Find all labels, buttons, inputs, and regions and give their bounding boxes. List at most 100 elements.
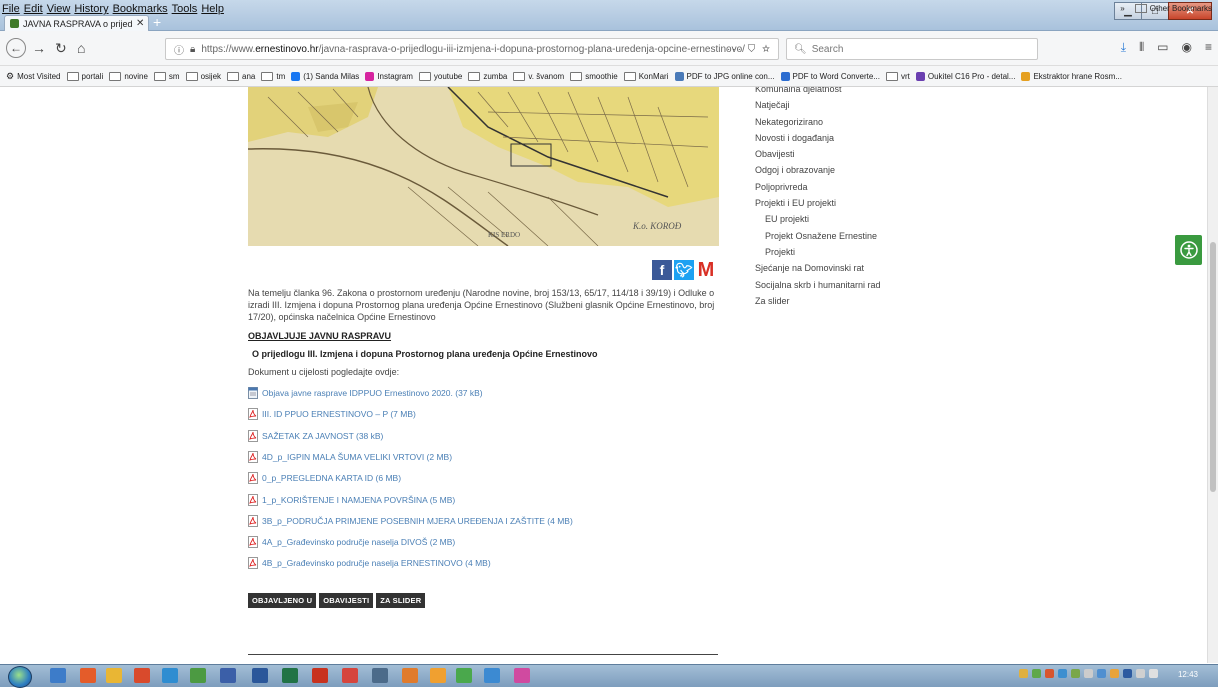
sidebar-category-link[interactable]: Poljoprivreda (755, 179, 881, 195)
bookmark-item[interactable]: youtube (418, 71, 462, 81)
tray-icon[interactable] (1071, 669, 1080, 678)
taskbar-clock[interactable]: 12:43 (1178, 670, 1198, 679)
address-bar[interactable]: ⓘ 🔒︎ https://www. ernestinovo.hr/javna-ra… (165, 38, 779, 60)
document-link[interactable]: 4A_p_Građevinsko područje naselja DIVOŠ … (248, 536, 455, 549)
word-icon[interactable] (252, 668, 268, 683)
sidebar-category-link[interactable]: Nekategorizirano (755, 114, 881, 130)
facebook-share-button[interactable]: f (652, 260, 672, 280)
app-icon-3[interactable] (372, 668, 388, 683)
ie-icon[interactable] (50, 668, 66, 683)
document-link[interactable]: 1_p_KORIŠTENJE I NAMJENA POVRŠINA (5 MB) (248, 493, 455, 506)
sidebar-category-link[interactable]: Odgoj i obrazovanje (755, 162, 881, 178)
bookmark-item[interactable]: Instagram (365, 71, 413, 81)
bookmark-item[interactable]: osijek (185, 71, 221, 81)
document-link[interactable]: III. ID PPUO ERNESTINOVO – P (7 MB) (248, 408, 416, 421)
forward-button[interactable]: → (32, 40, 46, 56)
tag-obavijesti[interactable]: OBAVIJESTI (319, 593, 374, 608)
bookmark-item[interactable]: zumba (468, 71, 507, 81)
menu-help[interactable]: Help (201, 3, 228, 15)
tag-za-slider[interactable]: ZA SLIDER (376, 593, 426, 608)
tray-icon[interactable] (1097, 669, 1106, 678)
app-icon-2[interactable] (342, 668, 358, 683)
sidebar-category-link[interactable]: Za slider (755, 293, 881, 309)
app-icon-6[interactable] (456, 668, 472, 683)
tray-icon[interactable] (1058, 669, 1067, 678)
bookmark-item[interactable]: (1) Sanda Milas (291, 71, 359, 81)
accessibility-button[interactable] (1175, 235, 1202, 265)
excel-icon[interactable] (282, 668, 298, 683)
sidebar-category-link[interactable]: EU projekti (755, 211, 881, 227)
sidebar-category-link[interactable]: Novosti i događanja (755, 130, 881, 146)
tray-icon[interactable] (1110, 669, 1119, 678)
sidebar-category-link[interactable]: Projekti (755, 244, 881, 260)
document-link[interactable]: 0_p_PREGLEDNA KARTA ID (6 MB) (248, 472, 401, 485)
account-icon[interactable]: ◉ (1182, 40, 1192, 55)
start-button[interactable] (8, 666, 32, 688)
page-scrollbar[interactable] (1207, 87, 1218, 663)
bookmark-item[interactable]: v. švanom (513, 71, 564, 81)
page-actions-icon[interactable]: ··· ⛉ ☆ (727, 44, 772, 55)
home-button[interactable]: ⌂ (77, 40, 85, 56)
bookmark-item[interactable]: vrt (885, 71, 910, 81)
sidebar-category-link[interactable]: Komunalna djelatnost (755, 87, 881, 97)
tab-close-button[interactable]: ✕ (136, 18, 144, 29)
chrome-icon[interactable] (162, 668, 178, 683)
download-icon[interactable]: ⤓ (1121, 40, 1126, 55)
sidebar-category-link[interactable]: Natječaji (755, 97, 881, 113)
bookmark-item[interactable]: portali (66, 71, 103, 81)
bookmark-item[interactable]: PDF to Word Converte... (780, 71, 880, 81)
app-icon-5[interactable] (430, 668, 446, 683)
media-player-icon[interactable] (134, 668, 150, 683)
network-icon[interactable] (1136, 669, 1145, 678)
bookmark-item[interactable]: PDF to JPG online con... (674, 71, 775, 81)
app-icon-7[interactable] (484, 668, 500, 683)
twitter-share-button[interactable]: 🐦︎ (674, 260, 694, 280)
menu-bookmarks[interactable]: Bookmarks (113, 3, 172, 15)
sidebar-category-link[interactable]: Obavijesti (755, 146, 881, 162)
explorer-icon[interactable] (190, 668, 206, 683)
firefox-icon[interactable] (514, 668, 530, 683)
menu-edit[interactable]: Edit (24, 3, 47, 15)
browser-tab[interactable]: JAVNA RASPRAVA o prijedlogu ✕ (4, 15, 149, 31)
menu-view[interactable]: View (47, 3, 75, 15)
bookmark-item[interactable]: smoothie (570, 71, 618, 81)
tray-icon[interactable] (1123, 669, 1132, 678)
bookmark-item[interactable]: ⚙ Most Visited (6, 71, 61, 82)
bookmark-item[interactable]: Oukitel C16 Pro - detal... (915, 71, 1015, 81)
bookmark-item[interactable]: ana (227, 71, 255, 81)
app-icon-1[interactable] (220, 668, 236, 683)
document-link[interactable]: 4B_p_Građevinsko područje naselja ERNEST… (248, 557, 491, 570)
info-icon[interactable]: ⓘ (174, 42, 184, 57)
bookmark-item[interactable]: sm (153, 71, 180, 81)
volume-icon[interactable] (1149, 669, 1158, 678)
hamburger-menu-icon[interactable]: ≡ (1205, 40, 1212, 55)
acrobat-icon[interactable] (312, 668, 328, 683)
document-link[interactable]: 4D_p_IGPIN MALA ŠUMA VELIKI VRTOVI (2 MB… (248, 450, 452, 463)
menu-history[interactable]: History (74, 3, 112, 15)
opera-icon[interactable] (80, 668, 96, 683)
back-button[interactable]: ← (6, 38, 26, 58)
menu-tools[interactable]: Tools (172, 3, 202, 15)
gmail-share-button[interactable]: M (696, 259, 716, 281)
bookmark-item[interactable]: Ekstraktor hrane Rosm... (1021, 71, 1122, 81)
new-tab-button[interactable]: + (153, 15, 161, 29)
sidebar-category-link[interactable]: Projekt Osnažene Ernestine (755, 228, 881, 244)
document-link[interactable]: SAŽETAK ZA JAVNOST (38 kB) (248, 429, 383, 442)
search-bar[interactable]: 🔍︎ Search (786, 38, 1038, 60)
bookmark-item[interactable]: KonMari (623, 71, 669, 81)
scrollbar-thumb[interactable] (1210, 242, 1216, 492)
sidebar-category-link[interactable]: Sjećanje na Domovinski rat (755, 260, 881, 276)
other-bookmarks[interactable]: » Other Bookmarks (1120, 4, 1212, 13)
overflow-chevron-icon[interactable]: » (1120, 4, 1124, 13)
sidebar-category-link[interactable]: Socijalna skrb i humanitarni rad (755, 277, 881, 293)
bookmark-item[interactable]: novine (109, 71, 148, 81)
sidebar-category-link[interactable]: Projekti i EU projekti (755, 195, 881, 211)
sidebar-icon[interactable]: ▭ (1157, 40, 1168, 55)
bookmark-item[interactable]: tm (261, 71, 285, 81)
folder-app-icon[interactable] (106, 668, 122, 683)
document-link[interactable]: 3B_p_PODRUČJA PRIMJENE POSEBNIH MJERA UR… (248, 514, 573, 527)
tray-icon[interactable] (1032, 669, 1041, 678)
app-icon-4[interactable] (402, 668, 418, 683)
menu-file[interactable]: File (2, 3, 24, 15)
tray-icon[interactable] (1019, 669, 1028, 678)
